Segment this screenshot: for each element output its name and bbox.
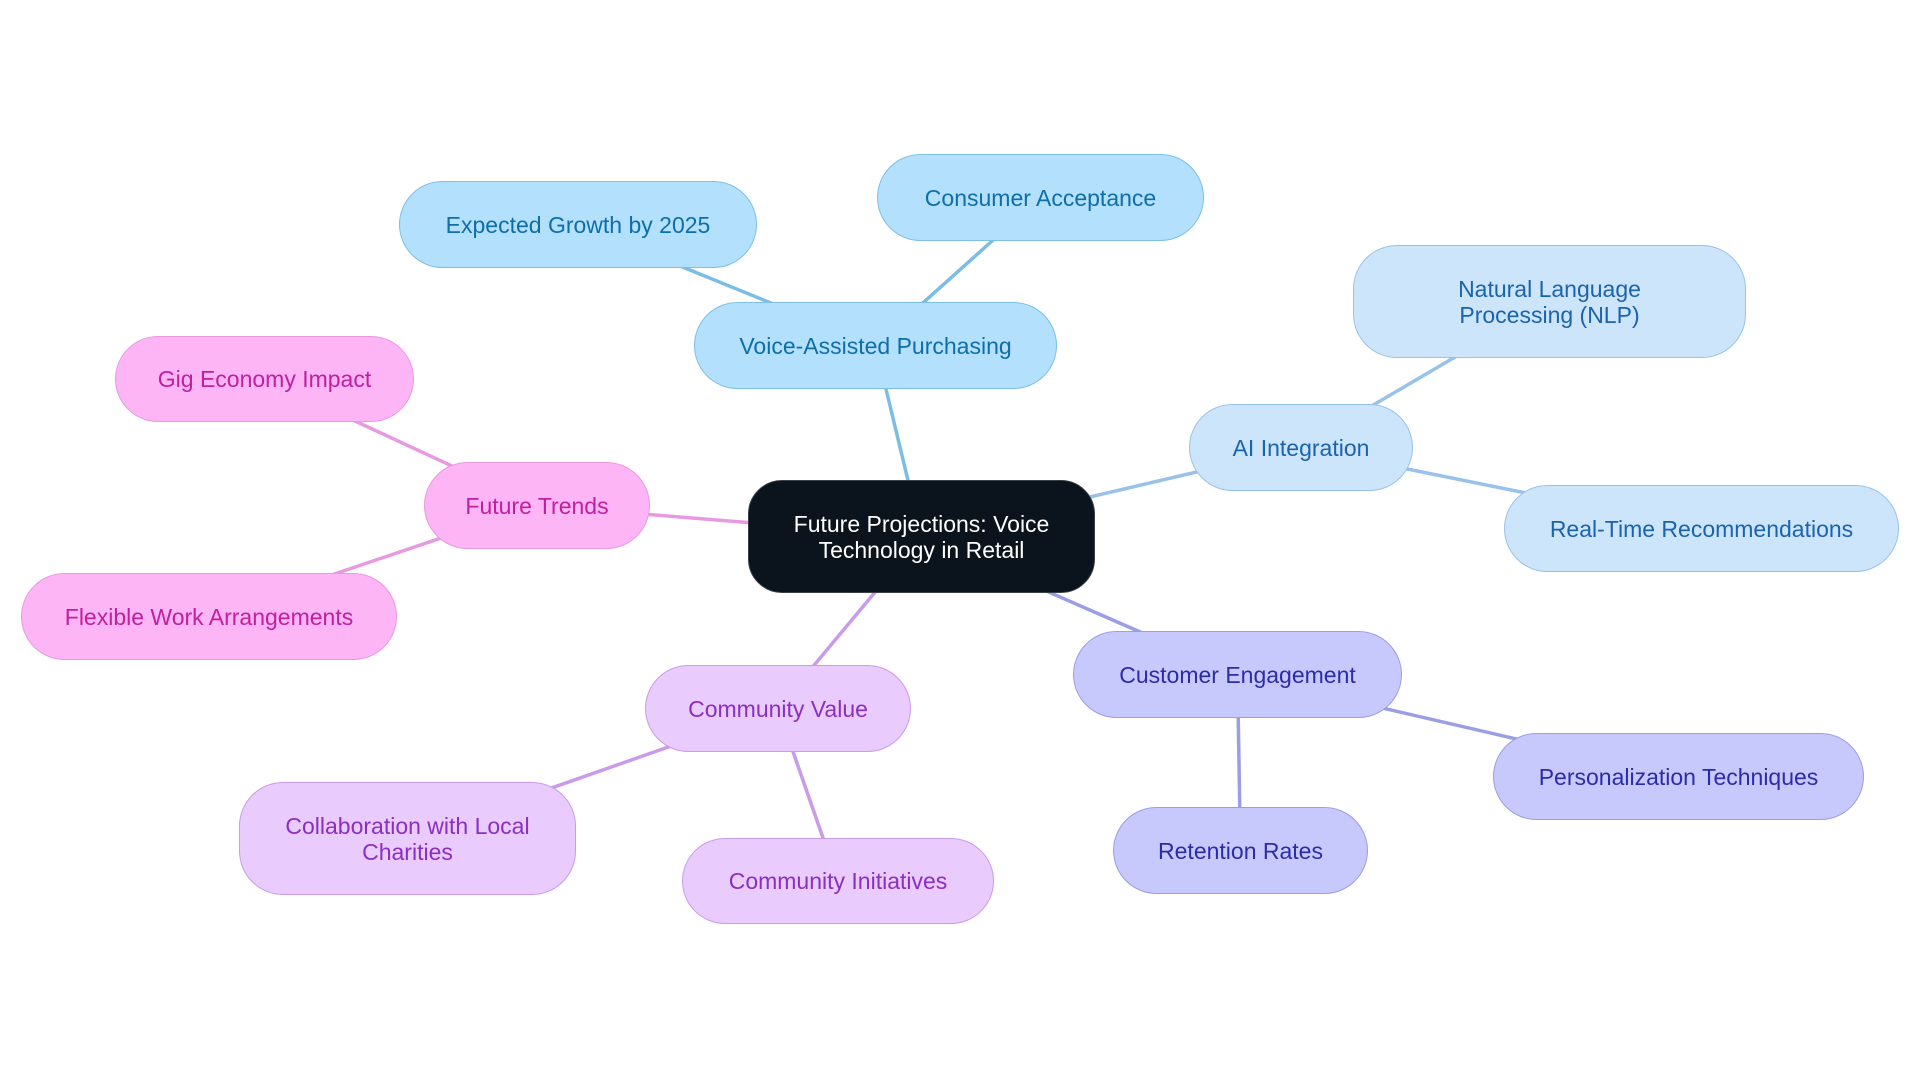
node-personalization-techniques[interactable]: Personalization Techniques <box>1493 733 1864 820</box>
node-label: Flexible Work Arrangements <box>64 603 354 630</box>
node-label: Customer Engagement <box>1119 661 1356 688</box>
node-future-trends[interactable]: Future Trends <box>424 462 650 549</box>
node-label: Community Initiatives <box>728 868 948 894</box>
node-consumer-acceptance[interactable]: Consumer Acceptance <box>877 154 1204 241</box>
node-label: Personalization Techniques <box>1538 763 1819 790</box>
node-community-value[interactable]: Community Value <box>645 665 911 752</box>
root-node[interactable]: Future Projections: Voice Technology in … <box>748 480 1095 593</box>
node-community-initiatives[interactable]: Community Initiatives <box>682 838 994 924</box>
node-label: Gig Economy Impact <box>157 366 372 392</box>
node-gig-economy-impact[interactable]: Gig Economy Impact <box>115 336 414 422</box>
root-node-label: Future Projections: Voice Technology in … <box>793 510 1050 563</box>
node-retention-rates[interactable]: Retention Rates <box>1113 807 1368 894</box>
node-collaboration-local-charities[interactable]: Collaboration with Local Charities <box>239 782 576 895</box>
node-label: Voice-Assisted Purchasing <box>739 332 1012 359</box>
node-ai-integration[interactable]: AI Integration <box>1189 404 1413 491</box>
node-label: Retention Rates <box>1158 837 1323 864</box>
node-label: Real-Time Recommendations <box>1549 515 1854 542</box>
node-nlp[interactable]: Natural Language Processing (NLP) <box>1353 245 1746 358</box>
node-flexible-work-arrangements[interactable]: Flexible Work Arrangements <box>21 573 397 660</box>
node-label: Collaboration with Local Charities <box>285 812 530 865</box>
node-real-time-recommendations[interactable]: Real-Time Recommendations <box>1504 485 1899 572</box>
node-label: Future Trends <box>465 492 609 519</box>
node-label: Consumer Acceptance <box>924 184 1157 211</box>
node-label: AI Integration <box>1232 434 1370 461</box>
node-customer-engagement[interactable]: Customer Engagement <box>1073 631 1402 718</box>
node-label: Natural Language Processing (NLP) <box>1458 275 1641 328</box>
node-expected-growth[interactable]: Expected Growth by 2025 <box>399 181 757 268</box>
node-label: Expected Growth by 2025 <box>445 211 711 238</box>
node-label: Community Value <box>688 695 868 722</box>
node-voice-assisted-purchasing[interactable]: Voice-Assisted Purchasing <box>694 302 1057 389</box>
